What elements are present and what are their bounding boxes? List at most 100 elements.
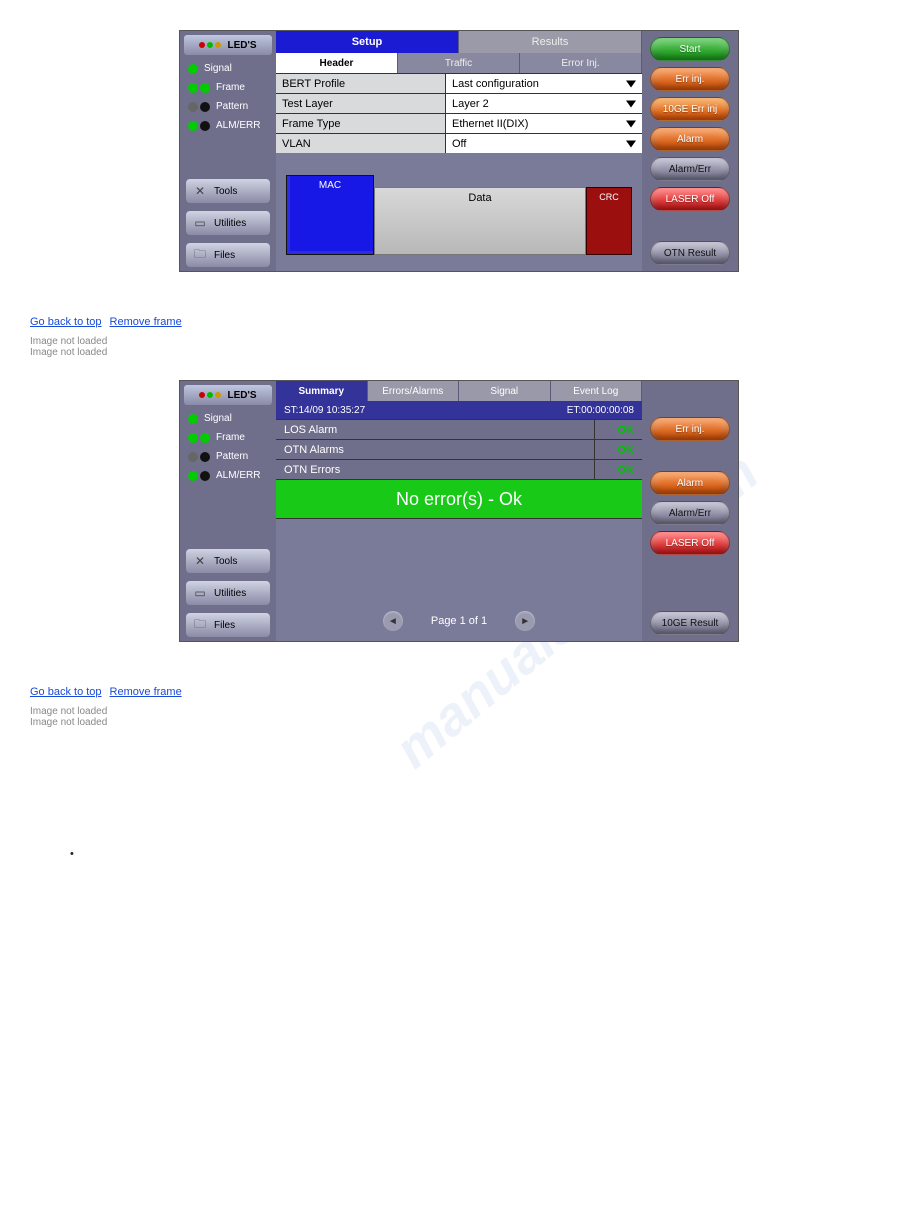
led-row-frame: Frame [180,428,276,447]
alarmerr-button[interactable]: Alarm/Err [650,501,730,525]
led-icon [200,102,210,112]
status-value: OK [594,460,642,479]
remove-frame-link[interactable]: Remove frame [110,686,182,698]
image-not-loaded-text: Image not loaded Image not loaded [30,706,918,728]
errinj-button[interactable]: Err inj. [650,67,730,91]
left-sidebar: LED'S Signal Frame Pattern ALM/ERR ✕ Too… [180,381,276,641]
frame-crc[interactable]: CRC [586,187,632,255]
status-rows: LOS Alarm OK OTN Alarms OK OTN Errors OK [276,419,642,479]
led-icon [200,83,210,93]
ok-status-bar: No error(s) - Ok [276,479,642,519]
sidebar-btn-label: Utilities [214,588,246,599]
sidebar-btn-label: Files [214,250,235,261]
start-time: ST:14/09 10:35:27 [284,405,365,416]
utilities-icon: ▭ [192,215,208,231]
tab-summary[interactable]: Summary [276,381,368,401]
form-dropdown[interactable]: Last configuration [446,74,642,93]
led-row-pattern: Pattern [180,97,276,116]
alarm-button[interactable]: Alarm [650,127,730,151]
result-tabs: Summary Errors/Alarms Signal Event Log [276,381,642,401]
sidebar-utilities-button[interactable]: ▭ Utilities [186,581,270,605]
led-label: Signal [204,63,232,74]
led-label: Signal [204,413,232,424]
led-icon [188,471,198,481]
page-prev-button[interactable]: ◄ [383,611,403,631]
form-dropdown[interactable]: Layer 2 [446,94,642,113]
link-line: Go back to top Remove frame [30,686,918,698]
chevron-down-icon [626,80,636,87]
screenshot-setup: LED'S Signal Frame Pattern ALM/ERR ✕ Too… [179,30,739,272]
form-value: Last configuration [452,78,539,90]
status-value: OK [594,420,642,439]
tab-setup[interactable]: Setup [276,31,459,53]
sidebar-btn-label: Tools [214,556,237,567]
sidebar-files-button[interactable]: 🗀 Files [186,243,270,267]
status-row: LOS Alarm OK [276,419,642,439]
form-row-bert: BERT Profile Last configuration [276,73,642,93]
tab-event-log[interactable]: Event Log [551,381,643,401]
form-value: Off [452,138,466,150]
time-row: ST:14/09 10:35:27 ET:00:00:00:08 [276,401,642,419]
errinj-button[interactable]: Err inj. [650,417,730,441]
page-next-button[interactable]: ► [515,611,535,631]
10ge-result-button[interactable]: 10GE Result [650,611,730,635]
go-back-link[interactable]: Go back to top [30,316,102,328]
form-dropdown[interactable]: Off [446,134,642,153]
elapsed-time: ET:00:00:00:08 [567,405,634,416]
sidebar-btn-label: Files [214,620,235,631]
subtab-traffic[interactable]: Traffic [398,53,520,73]
form-dropdown[interactable]: Ethernet II(DIX) [446,114,642,133]
tab-errors-alarms[interactable]: Errors/Alarms [368,381,460,401]
center-panel: Setup Results Header Traffic Error Inj. … [276,31,642,271]
pager: ◄ Page 1 of 1 ► [276,601,642,641]
sidebar-files-button[interactable]: 🗀 Files [186,613,270,637]
files-icon: 🗀 [192,247,208,263]
led-icon [188,64,198,74]
laser-off-button[interactable]: LASER Off [650,187,730,211]
led-label: Pattern [216,451,248,462]
go-back-link[interactable]: Go back to top [30,686,102,698]
remove-frame-link[interactable]: Remove frame [110,316,182,328]
sidebar-tools-button[interactable]: ✕ Tools [186,179,270,203]
led-label: Pattern [216,101,248,112]
led-row-pattern: Pattern [180,447,276,466]
led-icon [200,471,210,481]
utilities-icon: ▭ [192,585,208,601]
form-row-frametype: Frame Type Ethernet II(DIX) [276,113,642,133]
status-row: OTN Errors OK [276,459,642,479]
led-icon [188,414,198,424]
leds-header: LED'S [184,35,272,55]
sidebar-tools-button[interactable]: ✕ Tools [186,549,270,573]
right-buttons: Start Err inj. 10GE Err inj Alarm Alarm/… [642,31,738,271]
frame-mac[interactable]: MAC [286,175,374,255]
alarmerr-button[interactable]: Alarm/Err [650,157,730,181]
subtab-errorinj[interactable]: Error Inj. [520,53,642,73]
leds-header: LED'S [184,385,272,405]
led-label: ALM/ERR [216,470,260,481]
sidebar-btn-label: Utilities [214,218,246,229]
sidebar-btn-label: Tools [214,186,237,197]
start-button[interactable]: Start [650,37,730,61]
sidebar-utilities-button[interactable]: ▭ Utilities [186,211,270,235]
page-label: Page 1 of 1 [431,615,487,627]
led-row-almerr: ALM/ERR [180,466,276,485]
form-value: Ethernet II(DIX) [452,118,528,130]
10ge-errinj-button[interactable]: 10GE Err inj [650,97,730,121]
subtab-header[interactable]: Header [276,53,398,73]
led-row-signal: Signal [180,59,276,78]
form-row-vlan: VLAN Off [276,133,642,153]
otn-result-button[interactable]: OTN Result [650,241,730,265]
image-not-loaded-text: Image not loaded Image not loaded [30,336,918,358]
frame-data[interactable]: Data [374,187,586,255]
status-label: OTN Alarms [276,440,594,459]
alarm-button[interactable]: Alarm [650,471,730,495]
tab-results[interactable]: Results [459,31,642,53]
tools-icon: ✕ [192,183,208,199]
leds-title: LED'S [227,390,256,401]
laser-off-button[interactable]: LASER Off [650,531,730,555]
led-row-almerr: ALM/ERR [180,116,276,135]
tab-signal[interactable]: Signal [459,381,551,401]
led-icon [188,83,198,93]
bullet-item [70,848,918,860]
led-icon [188,102,198,112]
